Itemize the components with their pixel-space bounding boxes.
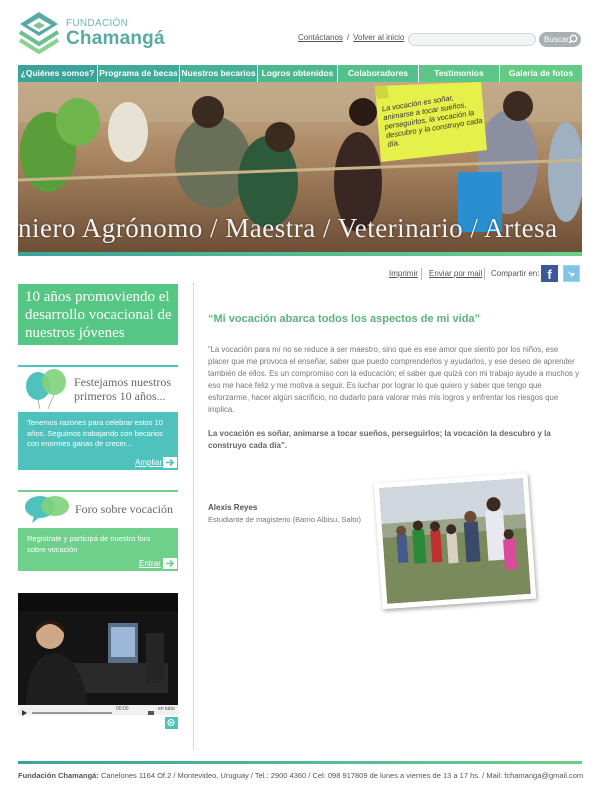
- main-nav: ¿Quiénes somos? Programa de becas Nuestr…: [18, 65, 582, 82]
- video-hd: en tubo: [158, 706, 175, 712]
- nav-item-label: Testimonios: [434, 68, 484, 78]
- widget-rule: [18, 490, 178, 492]
- search-input[interactable]: [408, 33, 536, 46]
- volume-icon: [148, 711, 154, 715]
- banner-underline: [18, 252, 582, 256]
- share-label: Compartir en:: [491, 269, 540, 278]
- quote-title: “Mi vocación abarca todos los aspectos d…: [208, 313, 481, 325]
- video-time: 00:00: [116, 706, 129, 712]
- search-button-label: Buscar: [544, 35, 569, 44]
- contact-link[interactable]: Contáctanos: [298, 33, 343, 42]
- column-divider: [193, 283, 194, 749]
- nav-item-nuestros-becarios[interactable]: Nuestros becarios: [180, 65, 258, 82]
- share-divider: [421, 268, 422, 280]
- footer-org: Fundación Chamangá:: [18, 771, 99, 780]
- forum-title: Foro sobre vocación: [75, 502, 173, 516]
- forum-text: Regístrate y participá de nuestro foro s…: [27, 534, 151, 554]
- nav-item-label: Colaboradores: [348, 68, 408, 78]
- author-name: Alexis Reyes: [208, 503, 258, 512]
- hero-banner: La vocación es soñar, animarse a tocar s…: [18, 82, 582, 252]
- home-link[interactable]: Volver al inicio: [353, 33, 404, 42]
- testimonial-photo-image: [379, 478, 531, 604]
- footer-rule: [18, 761, 582, 764]
- print-link[interactable]: Imprimir: [389, 269, 418, 278]
- logo-mark-icon: [18, 12, 60, 54]
- banner-caption: niero Agrónomo / Maestra / Veterinario /…: [18, 213, 558, 243]
- nav-item-label: Logros obtenidos: [261, 68, 334, 78]
- footer-details: Canelones 1164 Of.2 / Montevideo, Urugua…: [100, 771, 584, 780]
- nav-item-label: Programa de becas: [99, 68, 178, 78]
- nav-item-label: Galería de fotos: [508, 68, 574, 78]
- video-controls: 00:00 en tubo: [18, 705, 178, 716]
- play-icon: [22, 710, 27, 716]
- nav-item-testimonios[interactable]: Testimonios: [419, 65, 500, 82]
- speech-bubbles-icon: [25, 496, 69, 523]
- zoom-icon[interactable]: [165, 717, 178, 729]
- video-player[interactable]: [18, 593, 178, 705]
- entrar-link[interactable]: Entrar: [139, 559, 161, 568]
- top-links-separator: /: [346, 33, 350, 42]
- testimonial-photo: [373, 472, 537, 610]
- anniversary-text: Tenemos razones para celebrar estos 10 a…: [27, 418, 163, 448]
- email-link[interactable]: Enviar por mail: [429, 269, 482, 278]
- top-links: Contáctanos / Volver al inicio: [298, 33, 404, 42]
- nav-item-galeria[interactable]: Galería de fotos: [500, 65, 582, 82]
- logo-brand-name: Chamangá: [66, 28, 165, 49]
- share-divider: [484, 268, 485, 280]
- video-frame: [18, 593, 178, 705]
- logo[interactable]: FUNDACIÓN Chamangá: [18, 10, 168, 56]
- nav-item-logros[interactable]: Logros obtenidos: [258, 65, 338, 82]
- arrow-right-icon[interactable]: [163, 457, 177, 468]
- nav-item-quienes-somos[interactable]: ¿Quiénes somos?: [18, 65, 98, 82]
- video-controls-bar: [22, 710, 154, 716]
- arrow-right-icon[interactable]: [163, 558, 177, 569]
- balloons-icon: [26, 369, 66, 409]
- promo-banner[interactable]: 10 años promoviendo el desarrollo vocaci…: [18, 284, 178, 345]
- footer: Fundación Chamangá: Canelones 1164 Of.2 …: [18, 771, 584, 780]
- nav-item-label: ¿Quiénes somos?: [20, 68, 95, 78]
- anniversary-title: Festejamos nuestros primeros 10 años...: [74, 375, 171, 403]
- nav-item-label: Nuestros becarios: [181, 68, 256, 78]
- search-icon: [568, 34, 578, 44]
- article-highlight: La vocación es soñar, animarse a tocar s…: [208, 429, 551, 450]
- nav-item-colaboradores[interactable]: Colaboradores: [338, 65, 419, 82]
- widget-rule: [18, 365, 178, 367]
- facebook-icon[interactable]: f: [541, 265, 558, 282]
- ampliar-link[interactable]: Ampliar: [135, 458, 162, 467]
- article-body: “La vocación para mí no se reduce a ser …: [208, 345, 579, 414]
- nav-item-programa-becas[interactable]: Programa de becas: [98, 65, 180, 82]
- author-role: Estudiante de magisterio (Barrio Albisu,…: [208, 515, 361, 524]
- twitter-icon[interactable]: [563, 265, 580, 282]
- promo-text: 10 años promoviendo el desarrollo vocaci…: [25, 289, 172, 341]
